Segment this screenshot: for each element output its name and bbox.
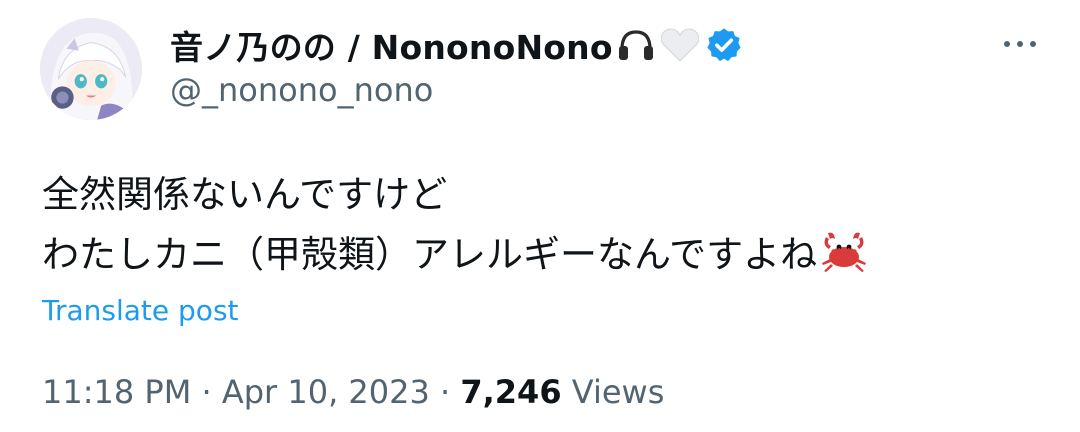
avatar-image xyxy=(40,18,142,120)
meta-separator: · xyxy=(201,373,212,411)
white-heart-icon xyxy=(659,26,701,64)
post-meta: 11:18 PM · Apr 10, 2023 · 7,246 Views xyxy=(42,373,664,411)
translate-post-link[interactable]: Translate post xyxy=(42,294,239,327)
more-options-icon[interactable] xyxy=(996,32,1044,56)
meta-separator: · xyxy=(440,373,451,411)
headphones-icon xyxy=(617,27,655,63)
more-dot xyxy=(1004,41,1010,47)
author-name-row[interactable]: 音ノ乃のの / NononoNono xyxy=(170,20,743,70)
post-line: 全然関係ないんですけど xyxy=(42,173,448,216)
views-count: 7,246 xyxy=(460,373,562,411)
author-display-name[interactable]: 音ノ乃のの / NononoNono xyxy=(170,21,613,69)
verified-badge-icon[interactable] xyxy=(705,26,743,64)
crab-emoji-icon xyxy=(819,229,869,293)
post-line: わたしカニ（甲殻類）アレルギーなんですよね xyxy=(42,233,818,276)
post-date[interactable]: Apr 10, 2023 xyxy=(222,373,430,411)
post-text: 全然関係ないんですけど わたしカニ（甲殻類）アレルギーなんですよね xyxy=(42,165,869,293)
more-dot xyxy=(1030,41,1036,47)
avatar[interactable] xyxy=(40,18,142,120)
views-label: Views xyxy=(571,373,665,411)
post-time[interactable]: 11:18 PM xyxy=(42,373,191,411)
author-handle[interactable]: @_nonono_nono xyxy=(170,71,433,109)
more-dot xyxy=(1017,41,1023,47)
post-line-with-emoji: わたしカニ（甲殻類）アレルギーなんですよね xyxy=(42,225,869,293)
